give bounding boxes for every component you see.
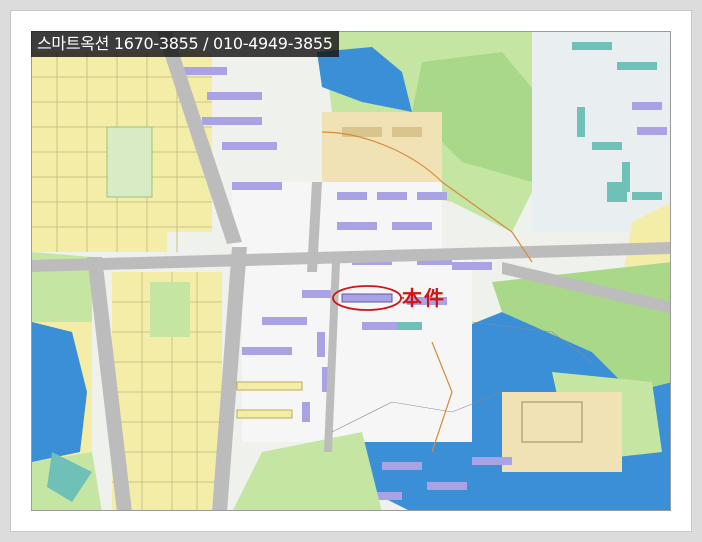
map-canvas (32, 32, 670, 510)
subject-property-label: 本件 (402, 286, 446, 310)
contact-banner: 스마트옥션 1670-3855 / 010-4949-3855 (31, 31, 339, 57)
cadastral-map[interactable] (31, 31, 671, 511)
school-north (322, 112, 442, 182)
school-east (502, 392, 622, 472)
